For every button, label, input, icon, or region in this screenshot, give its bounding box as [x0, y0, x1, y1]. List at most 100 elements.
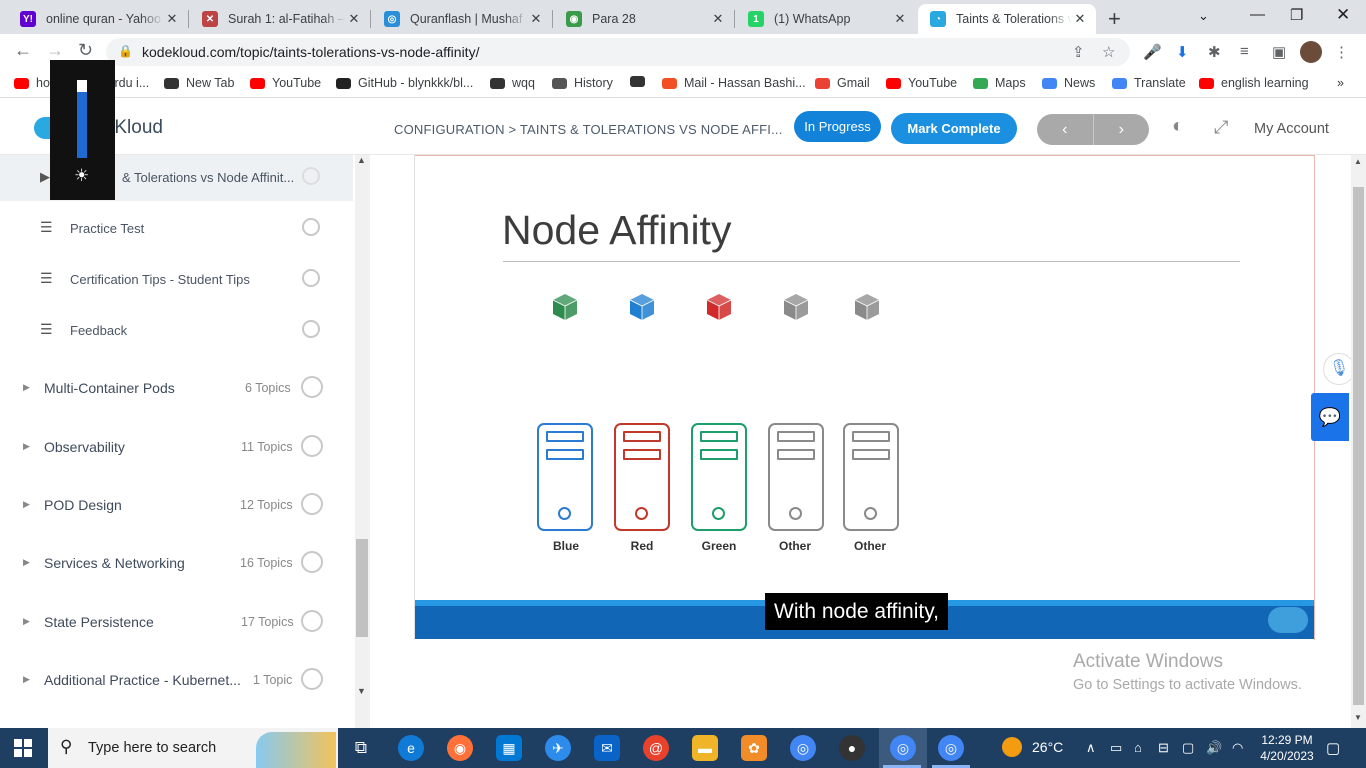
browser-tab[interactable]: ✕ Surah 1: al-Fatihah – C ✕ — [190, 4, 370, 34]
tab-close-icon[interactable]: ✕ — [710, 11, 726, 27]
page-scroll-up[interactable]: ▲ — [1354, 157, 1362, 166]
mark-complete-button[interactable]: Mark Complete — [891, 113, 1017, 144]
maximize-button[interactable]: ❐ — [1290, 6, 1303, 24]
expand-caret-icon[interactable]: ▶ — [23, 382, 30, 393]
close-window-button[interactable]: ✕ — [1336, 5, 1350, 25]
obs-icon[interactable]: ● — [839, 735, 865, 761]
expand-caret-icon[interactable]: ▶ — [23, 674, 30, 685]
bookmark-item[interactable]: New Tab — [164, 76, 234, 90]
bookmark-item[interactable]: History — [552, 76, 613, 90]
store-icon[interactable]: ▦ — [496, 735, 522, 761]
tab-close-icon[interactable]: ✕ — [346, 11, 362, 27]
fullscreen-icon[interactable]: ⤢ — [1214, 117, 1228, 138]
file-explorer-icon[interactable]: ▬ — [692, 735, 718, 761]
back-icon[interactable]: ← — [14, 40, 32, 61]
prev-lesson-button[interactable]: ‹ — [1037, 114, 1093, 145]
forward-icon[interactable]: → — [46, 40, 64, 61]
expand-caret-icon[interactable]: ▶ — [23, 499, 30, 510]
browser-menu-icon[interactable]: ⋮ — [1334, 43, 1349, 61]
reload-icon[interactable]: ↻ — [78, 40, 93, 61]
bookmark-item[interactable]: Translate — [1112, 76, 1186, 90]
taskbar-clock[interactable]: 12:29 PM 4/20/2023 — [1257, 732, 1317, 764]
media-control-icon[interactable]: ≡ — [1240, 43, 1249, 60]
show-hidden-icons-icon[interactable]: ∧ — [1086, 740, 1096, 756]
lesson-item[interactable]: ☰ Certification Tips - Student Tips — [0, 254, 353, 304]
chrome-hassan-icon[interactable]: ◎ — [938, 735, 964, 761]
new-tab-button[interactable]: + — [1108, 6, 1121, 32]
section-status-circle[interactable] — [301, 493, 323, 515]
next-lesson-button[interactable]: › — [1094, 114, 1150, 145]
page-scroll-thumb[interactable] — [1353, 187, 1364, 705]
expand-caret-icon[interactable]: ▶ — [23, 616, 30, 627]
minimize-button[interactable]: — — [1250, 6, 1265, 23]
course-section[interactable]: ▶ Additional Practice - Kubernet... 1 Topi… — [0, 654, 353, 704]
bookmark-star-icon[interactable]: ☆ — [1102, 43, 1115, 61]
chrome-icon[interactable]: ◎ — [790, 735, 816, 761]
section-status-circle[interactable] — [301, 668, 323, 690]
breadcrumb[interactable]: CONFIGURATION > TAINTS & TOLERATIONS VS … — [394, 122, 783, 137]
section-status-circle[interactable] — [301, 435, 323, 457]
expand-caret-icon[interactable]: ▶ — [23, 441, 30, 452]
page-scroll-down[interactable]: ▼ — [1354, 713, 1362, 722]
bookmark-item[interactable]: english learning — [1199, 76, 1309, 90]
temperature-label[interactable]: 26°C — [1032, 739, 1063, 755]
course-section[interactable]: ▶ Multi-Container Pods 6 Topics — [0, 362, 353, 412]
taskbar-search-box[interactable]: ⚲ Type here to search — [48, 728, 338, 768]
section-status-circle[interactable] — [301, 376, 323, 398]
lesson-status-circle[interactable] — [302, 218, 320, 236]
browser-tab[interactable]: Y! online quran - Yahoo S ✕ — [8, 4, 188, 34]
chat-widget-button[interactable]: 💬 — [1311, 393, 1349, 441]
app-spiral-icon[interactable]: @ — [643, 735, 669, 761]
more-bookmarks-icon[interactable]: » — [1337, 76, 1344, 90]
side-panel-icon[interactable]: ▣ — [1272, 43, 1286, 61]
task-view-icon[interactable]: ⧉ — [348, 735, 374, 761]
sidebar-scroll-thumb[interactable] — [356, 539, 368, 637]
my-account-link[interactable]: My Account — [1254, 121, 1329, 137]
tab-close-icon[interactable]: ✕ — [164, 11, 180, 27]
dark-mode-icon[interactable]: ◐ — [1172, 115, 1184, 138]
tab-close-icon[interactable]: ✕ — [528, 11, 544, 27]
bookmark-item[interactable]: Maps — [973, 76, 1026, 90]
mail-icon[interactable]: ✉ — [594, 735, 620, 761]
omnibox[interactable]: 🔒 kodekloud.com/topic/taints-tolerations… — [106, 38, 1130, 66]
course-section[interactable]: ▶ Observability 11 Topics — [0, 421, 353, 471]
settings-app-icon[interactable]: ✿ — [741, 735, 767, 761]
notifications-icon[interactable]: ▢ — [1326, 739, 1340, 757]
edge-icon[interactable]: e — [398, 735, 424, 761]
sidebar-scrollbar[interactable]: ▲ ▼ — [355, 155, 370, 728]
browser-tab[interactable]: ◉ Para 28 ✕ — [554, 4, 734, 34]
browser-tab[interactable]: ◔ Taints & Tolerations vs ✕ — [918, 4, 1096, 34]
course-section[interactable]: ▶ POD Design 12 Topics — [0, 479, 353, 529]
weather-sun-icon[interactable] — [1002, 737, 1022, 757]
display-icon[interactable]: ▢ — [1182, 740, 1194, 756]
volume-icon[interactable]: 🔊 — [1206, 740, 1222, 756]
usb-icon[interactable]: ⊟ — [1158, 740, 1169, 756]
bookmark-item[interactable]: Mail - Hassan Bashi... — [662, 76, 806, 90]
lesson-status-circle[interactable] — [302, 269, 320, 287]
scroll-down-arrow[interactable]: ▼ — [357, 686, 366, 696]
mic-extension-icon[interactable]: 🎤 — [1143, 43, 1162, 61]
page-scrollbar[interactable]: ▲ ▼ — [1351, 155, 1366, 728]
download-extension-icon[interactable]: ⬇ — [1176, 43, 1189, 61]
course-section[interactable]: ▶ Services & Networking 16 Topics — [0, 537, 353, 587]
bookmark-item[interactable] — [630, 76, 652, 87]
url-text[interactable]: kodekloud.com/topic/taints-tolerations-v… — [142, 44, 479, 60]
lesson-item[interactable]: ☰ Feedback — [0, 305, 353, 355]
bookmark-item[interactable]: Gmail — [815, 76, 870, 90]
section-status-circle[interactable] — [301, 610, 323, 632]
firefox-icon[interactable]: ◉ — [447, 735, 473, 761]
chrome-profile-icon[interactable]: ◎ — [890, 735, 916, 761]
telegram-icon[interactable]: ✈ — [545, 735, 571, 761]
expand-caret-icon[interactable]: ▶ — [23, 557, 30, 568]
profile-avatar[interactable] — [1300, 41, 1322, 63]
lesson-status-circle[interactable] — [302, 167, 320, 185]
tab-close-icon[interactable]: ✕ — [892, 11, 908, 27]
bookmark-item[interactable]: YouTube — [886, 76, 957, 90]
puzzle-extensions-icon[interactable]: ✱ — [1208, 43, 1221, 61]
browser-tab[interactable]: ◎ Quranflash | Mushaf 1 ✕ — [372, 4, 552, 34]
tab-close-icon[interactable]: ✕ — [1072, 11, 1088, 27]
wifi-icon[interactable]: ◠ — [1232, 740, 1243, 756]
network-adapter-icon[interactable]: ▭ — [1110, 740, 1122, 756]
bookmark-item[interactable]: GitHub - blynkkk/bl... — [336, 76, 473, 90]
share-icon[interactable]: ⇪ — [1072, 43, 1085, 61]
